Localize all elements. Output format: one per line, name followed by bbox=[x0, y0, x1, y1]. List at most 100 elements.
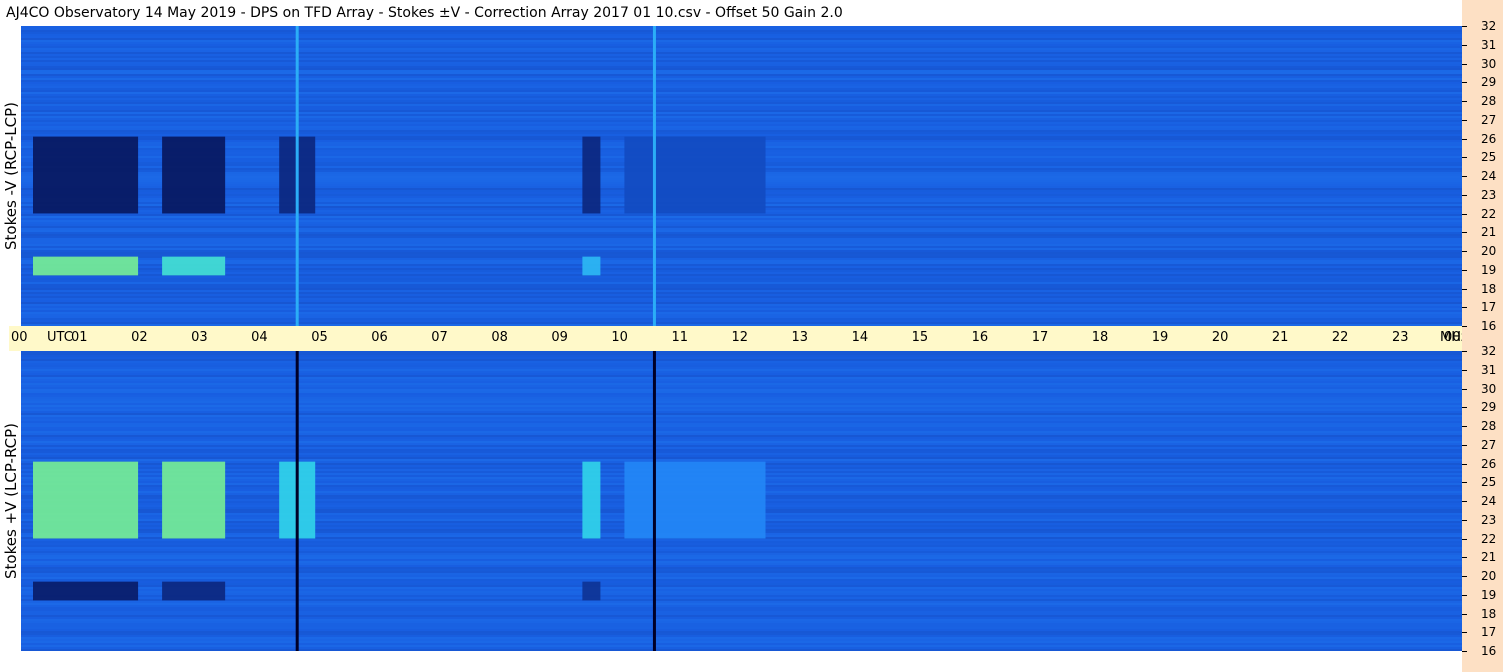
frequency-tick: 21 bbox=[1462, 225, 1503, 239]
frequency-tick-label: 17 bbox=[1481, 300, 1497, 315]
background-streak bbox=[21, 278, 1462, 280]
frequency-tick-label: 22 bbox=[1481, 206, 1497, 221]
background-streak bbox=[21, 74, 1462, 76]
background-streak bbox=[21, 589, 1462, 591]
background-streak bbox=[21, 106, 1462, 108]
frequency-tick: 29 bbox=[1462, 400, 1503, 414]
background-streak bbox=[21, 248, 1462, 250]
background-streak bbox=[21, 607, 1462, 609]
frequency-tick-label: 21 bbox=[1481, 225, 1497, 240]
frequency-tick-label: 31 bbox=[1481, 37, 1497, 52]
background-streak bbox=[21, 593, 1462, 595]
frequency-tick: 20 bbox=[1462, 569, 1503, 583]
frequency-tick: 29 bbox=[1462, 75, 1503, 89]
background-streak bbox=[21, 393, 1462, 395]
background-streak bbox=[21, 276, 1462, 278]
background-streak bbox=[21, 310, 1462, 312]
activity-span bbox=[33, 461, 139, 539]
background-streak bbox=[21, 304, 1462, 306]
background-streak bbox=[21, 457, 1462, 459]
frequency-tick: 16 bbox=[1462, 644, 1503, 658]
frequency-tick-label: 25 bbox=[1481, 475, 1497, 490]
frequency-tick: 23 bbox=[1462, 513, 1503, 527]
time-tick-label: 04 bbox=[251, 330, 268, 345]
time-tick-label: 03 bbox=[191, 330, 208, 345]
background-streak bbox=[21, 641, 1462, 643]
background-streak bbox=[21, 547, 1462, 549]
background-streak bbox=[21, 252, 1462, 254]
background-streak bbox=[21, 96, 1462, 98]
background-streak bbox=[21, 266, 1462, 268]
background-streak bbox=[21, 359, 1462, 361]
background-streak bbox=[21, 232, 1462, 234]
frequency-tick-label: 28 bbox=[1481, 94, 1497, 108]
frequency-tick-label: 22 bbox=[1481, 531, 1497, 546]
background-streak bbox=[21, 375, 1462, 377]
background-streak bbox=[21, 587, 1462, 589]
background-streak bbox=[21, 605, 1462, 607]
background-streak bbox=[21, 222, 1462, 224]
time-tick-label: 17 bbox=[1031, 330, 1049, 345]
time-tick-label: 10 bbox=[611, 330, 628, 345]
background-streak bbox=[21, 565, 1462, 567]
background-streak bbox=[21, 611, 1462, 613]
background-streak bbox=[21, 114, 1462, 116]
background-streak bbox=[21, 66, 1462, 68]
background-streak bbox=[21, 224, 1462, 226]
background-streak bbox=[21, 441, 1462, 443]
activity-span bbox=[582, 461, 601, 539]
frequency-tick: 28 bbox=[1462, 419, 1503, 433]
time-tick-label: 23 bbox=[1391, 330, 1409, 345]
background-streak bbox=[21, 316, 1462, 318]
background-streak bbox=[21, 56, 1462, 58]
background-streak bbox=[21, 302, 1462, 304]
time-tick-label: 18 bbox=[1091, 330, 1109, 345]
spike-line bbox=[295, 26, 299, 326]
background-streak bbox=[21, 246, 1462, 248]
background-streak bbox=[21, 389, 1462, 391]
activity-span bbox=[162, 256, 226, 276]
background-streak bbox=[21, 40, 1462, 42]
background-streak bbox=[21, 122, 1462, 124]
activity-span bbox=[33, 581, 139, 601]
background-streak bbox=[21, 639, 1462, 641]
background-streak bbox=[21, 50, 1462, 52]
background-streak bbox=[21, 373, 1462, 375]
background-streak bbox=[21, 30, 1462, 32]
activity-span bbox=[33, 136, 139, 214]
background-streak bbox=[21, 591, 1462, 593]
background-streak bbox=[21, 34, 1462, 36]
background-streak bbox=[21, 377, 1462, 379]
background-streak bbox=[21, 92, 1462, 94]
frequency-tick-label: 16 bbox=[1481, 319, 1497, 333]
background-streak bbox=[21, 298, 1462, 300]
background-streak bbox=[21, 294, 1462, 296]
bottom-panel-label-text: Stokes +V (LCP-RCP) bbox=[2, 423, 20, 579]
background-streak bbox=[21, 60, 1462, 62]
background-streak bbox=[21, 577, 1462, 579]
activity-span bbox=[162, 581, 226, 601]
frequency-tick-label: 28 bbox=[1481, 419, 1497, 433]
frequency-tick: 26 bbox=[1462, 132, 1503, 146]
background-streak bbox=[21, 419, 1462, 421]
frequency-tick-label: 29 bbox=[1481, 75, 1497, 90]
background-streak bbox=[21, 120, 1462, 122]
time-tick-label: 01 bbox=[71, 330, 88, 345]
frequency-tick-label: 27 bbox=[1481, 112, 1497, 127]
background-streak bbox=[21, 318, 1462, 320]
background-streak bbox=[21, 98, 1462, 100]
frequency-tick-label: 19 bbox=[1481, 587, 1497, 602]
chart-title: AJ4CO Observatory 14 May 2019 - DPS on T… bbox=[6, 5, 843, 21]
background-streak bbox=[21, 635, 1462, 637]
activity-span bbox=[582, 136, 601, 214]
frequency-tick-label: 23 bbox=[1481, 512, 1497, 527]
background-streak bbox=[21, 288, 1462, 290]
background-streak bbox=[21, 423, 1462, 425]
top-panel-label: Stokes -V (RCP-LCP) bbox=[0, 26, 22, 326]
background-streak bbox=[21, 431, 1462, 433]
frequency-tick: 30 bbox=[1462, 382, 1503, 396]
background-streak bbox=[21, 306, 1462, 308]
frequency-tick: 22 bbox=[1462, 532, 1503, 546]
background-streak bbox=[21, 633, 1462, 635]
frequency-tick: 30 bbox=[1462, 57, 1503, 71]
